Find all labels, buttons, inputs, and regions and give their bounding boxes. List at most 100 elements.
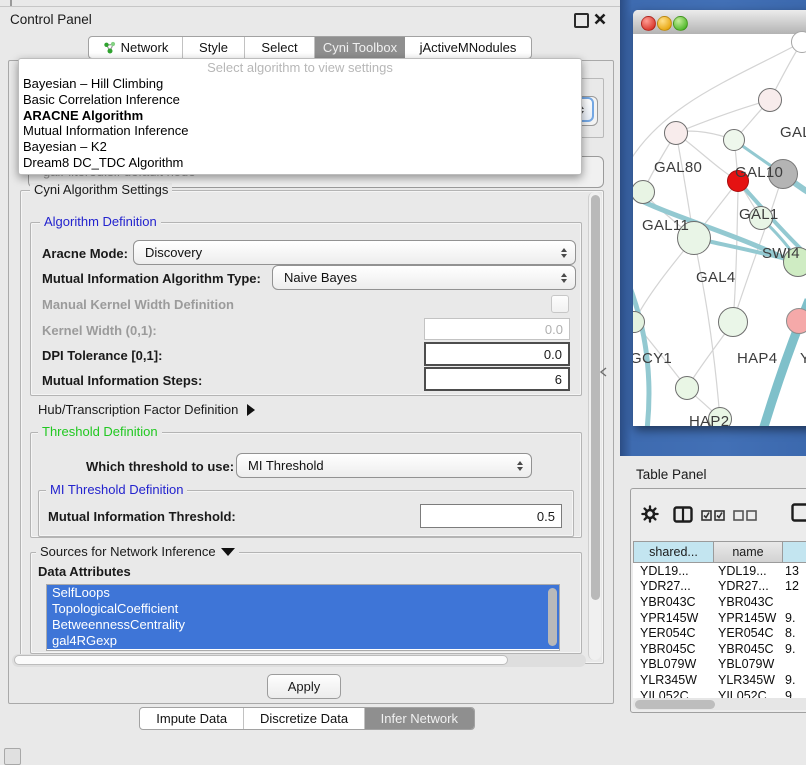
- table-cell[interactable]: 8.: [781, 626, 806, 640]
- algorithm-item-basic-correlation[interactable]: Basic Correlation Inference: [19, 92, 581, 108]
- deselect-all-checkboxes-icon[interactable]: [733, 510, 758, 521]
- table-cell[interactable]: YBR043C: [633, 595, 713, 609]
- column-header-partial[interactable]: [782, 541, 806, 563]
- tab-infer-network[interactable]: Infer Network: [365, 708, 474, 729]
- table-cell[interactable]: YBR043C: [713, 595, 781, 609]
- zoom-window-icon[interactable]: [673, 16, 688, 31]
- settings-hscrollbar-thumb[interactable]: [14, 655, 508, 665]
- dpi-tolerance-field[interactable]: 0.0: [424, 342, 570, 366]
- list-item[interactable]: BetweennessCentrality: [47, 617, 559, 633]
- settings-gear-icon[interactable]: [641, 505, 659, 523]
- table-cell[interactable]: YLR345W: [713, 673, 781, 687]
- table-cell[interactable]: YDR27...: [713, 579, 781, 593]
- table-cell[interactable]: YDL19...: [633, 564, 713, 578]
- table-cell[interactable]: YPR145W: [713, 611, 781, 625]
- mi-algorithm-type-combobox[interactable]: Naive Bayes: [272, 265, 576, 290]
- table-cell[interactable]: YBL079W: [713, 657, 781, 671]
- node-label-gal-cut: GAL: [780, 124, 806, 141]
- table-cell[interactable]: 9.: [781, 673, 806, 687]
- network-node-gal10[interactable]: [723, 129, 745, 151]
- close-window-icon[interactable]: [641, 16, 656, 31]
- tab-discretize-data[interactable]: Discretize Data: [244, 708, 364, 729]
- network-node-hap4[interactable]: [718, 307, 748, 337]
- table-row[interactable]: YIL052CYIL052C9.: [633, 688, 806, 698]
- node-label-y-cut: Y: [800, 350, 806, 367]
- column-header-name[interactable]: name: [713, 541, 783, 563]
- list-item[interactable]: gal4RGexp: [47, 633, 559, 649]
- tab-jactivemnodules[interactable]: jActiveMNodules: [405, 37, 531, 58]
- table-cell[interactable]: 12: [781, 579, 806, 593]
- table-row[interactable]: YER054CYER054C8.: [633, 625, 806, 641]
- attributes-list-scrollbar-thumb[interactable]: [548, 588, 557, 646]
- splitter-collapse-icon[interactable]: [599, 367, 607, 377]
- algorithm-item-bayesian-hill[interactable]: Bayesian – Hill Climbing: [19, 76, 581, 92]
- network-node-hap2[interactable]: [675, 376, 699, 400]
- table-row[interactable]: YBL079WYBL079W: [633, 657, 806, 673]
- column-header-shared-name[interactable]: shared...: [633, 541, 714, 563]
- mi-threshold-field[interactable]: 0.5: [420, 504, 562, 528]
- collapse-down-icon: [221, 548, 235, 556]
- table-cell[interactable]: YBL079W: [633, 657, 713, 671]
- minimize-window-icon[interactable]: [657, 16, 672, 31]
- column-layout-icon[interactable]: [673, 506, 694, 523]
- table-cell[interactable]: YDR27...: [633, 579, 713, 593]
- network-canvas[interactable]: GAL80 GAL10 GAL11 GAL1 SWI4 GAL4 GCY1 HA…: [633, 34, 806, 426]
- bottom-left-mini-icon[interactable]: [4, 748, 21, 765]
- table-cell[interactable]: YIL052C: [713, 689, 781, 698]
- table-hscrollbar[interactable]: [633, 698, 806, 710]
- float-panel-icon[interactable]: [574, 13, 589, 28]
- table-row[interactable]: YDR27...YDR27...12: [633, 579, 806, 595]
- table-cell[interactable]: YDL19...: [713, 564, 781, 578]
- hub-section-toggle[interactable]: Hub/Transcription Factor Definition: [38, 402, 255, 417]
- which-threshold-combobox[interactable]: MI Threshold: [236, 453, 532, 478]
- table-row[interactable]: YBR043CYBR043C: [633, 594, 806, 610]
- tab-label: Discretize Data: [260, 711, 348, 726]
- algorithm-item-bayesian-k2[interactable]: Bayesian – K2: [19, 139, 581, 155]
- sources-group-title[interactable]: Sources for Network Inference: [36, 545, 239, 559]
- network-node[interactable]: [791, 31, 806, 53]
- settings-hscrollbar[interactable]: [12, 654, 586, 667]
- table-cell[interactable]: YER054C: [633, 626, 713, 640]
- table-cell[interactable]: 9.: [781, 642, 806, 656]
- tab-style[interactable]: Style: [183, 37, 245, 58]
- table-cell[interactable]: YBR045C: [633, 642, 713, 656]
- table-row[interactable]: YBR045CYBR045C9.: [633, 641, 806, 657]
- network-node-gal-pink[interactable]: [758, 88, 782, 112]
- select-all-checkboxes-icon[interactable]: [701, 510, 726, 521]
- algorithm-item-aracne[interactable]: ARACNE Algorithm: [19, 108, 581, 124]
- aracne-mode-combobox[interactable]: Discovery: [133, 240, 576, 265]
- algorithm-item-mutual-information[interactable]: Mutual Information Inference: [19, 123, 581, 139]
- manual-kernel-width-checkbox[interactable]: [551, 295, 569, 313]
- combo-arrows-icon: [561, 273, 567, 283]
- list-item[interactable]: TopologicalCoefficient: [47, 601, 559, 617]
- tab-network[interactable]: Network: [89, 37, 183, 58]
- new-table-icon[interactable]: [791, 503, 806, 522]
- table-cell[interactable]: YPR145W: [633, 611, 713, 625]
- network-node-gal80[interactable]: [664, 121, 688, 145]
- tab-cyni-toolbox[interactable]: Cyni Toolbox: [315, 37, 405, 58]
- tab-select[interactable]: Select: [245, 37, 315, 58]
- table-hscrollbar-thumb[interactable]: [635, 700, 715, 709]
- apply-button[interactable]: Apply: [267, 674, 341, 699]
- table-row[interactable]: YDL19...YDL19...13: [633, 563, 806, 579]
- settings-scrollbar-thumb[interactable]: [591, 195, 600, 600]
- table-row[interactable]: YPR145WYPR145W9.: [633, 610, 806, 626]
- list-item[interactable]: SelfLoops: [47, 585, 559, 601]
- algorithm-item-dream8[interactable]: Dream8 DC_TDC Algorithm: [19, 155, 581, 171]
- table-cell[interactable]: 9.: [781, 611, 806, 625]
- table-cell[interactable]: YER054C: [713, 626, 781, 640]
- tab-label: Infer Network: [381, 711, 458, 726]
- table-row[interactable]: YLR345WYLR345W9.: [633, 672, 806, 688]
- table-cell[interactable]: YIL052C: [633, 689, 713, 698]
- network-node-pink-right[interactable]: [786, 308, 806, 334]
- tab-impute-data[interactable]: Impute Data: [140, 708, 244, 729]
- table-cell[interactable]: YBR045C: [713, 642, 781, 656]
- node-label-gal4: GAL4: [696, 269, 736, 286]
- settings-scrollbar[interactable]: [588, 192, 601, 660]
- table-cell[interactable]: 9.: [781, 689, 806, 698]
- table-cell[interactable]: YLR345W: [633, 673, 713, 687]
- network-window-titlebar[interactable]: [633, 10, 806, 35]
- table-cell[interactable]: 13: [781, 564, 806, 578]
- mi-steps-field[interactable]: 6: [424, 367, 570, 391]
- close-panel-icon[interactable]: [594, 13, 606, 25]
